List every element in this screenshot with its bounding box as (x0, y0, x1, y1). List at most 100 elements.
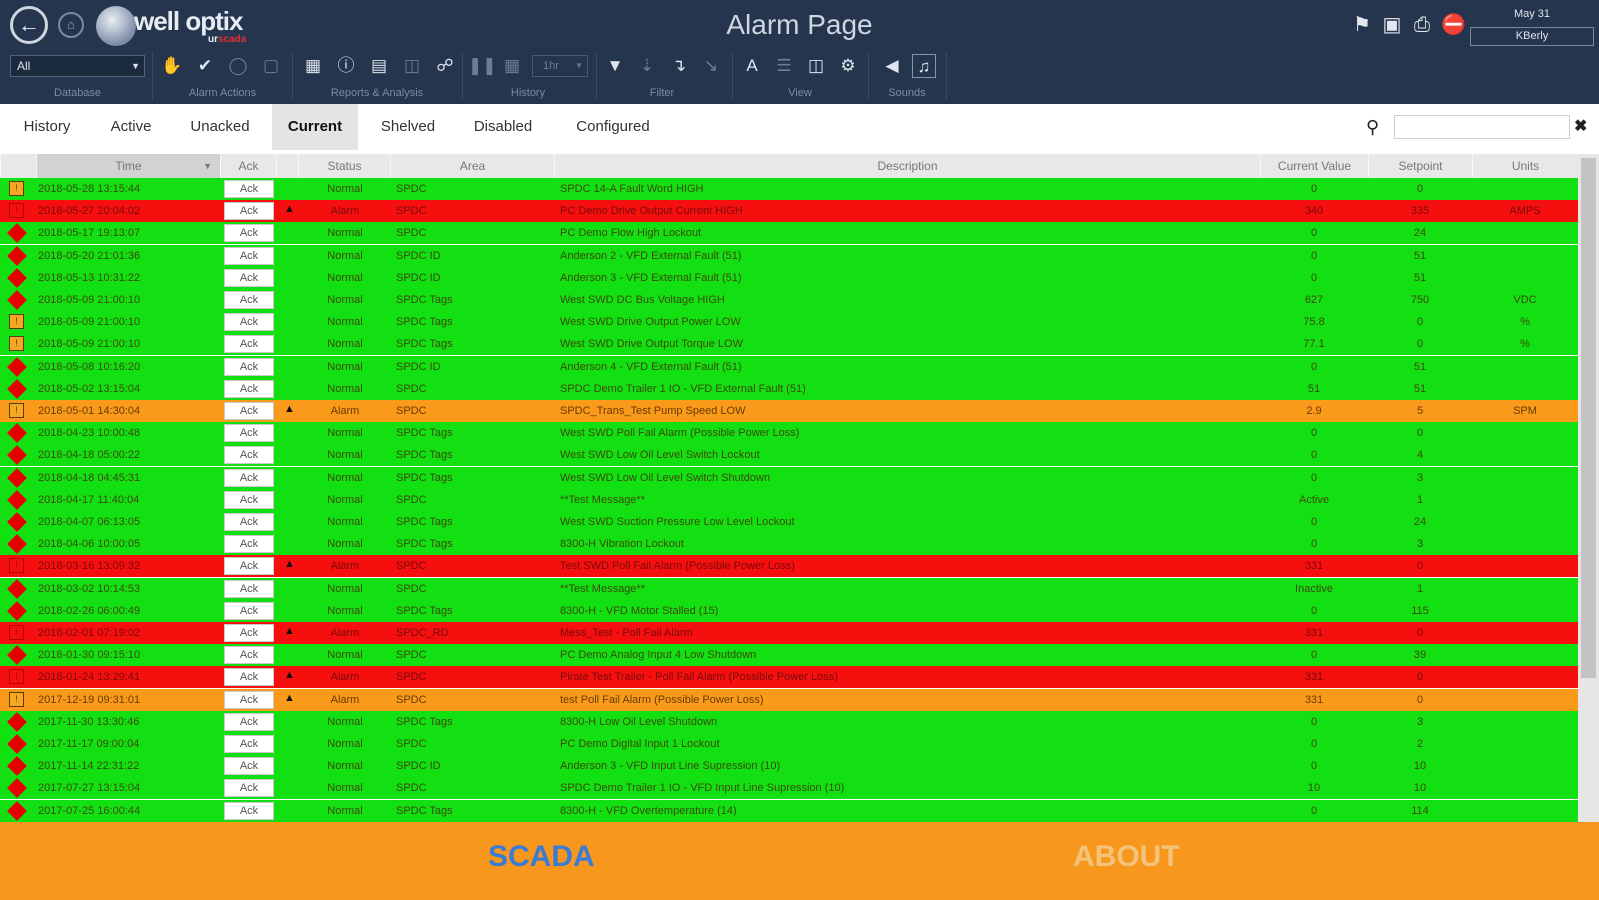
ack-button[interactable]: Ack (224, 646, 274, 664)
chart-icon[interactable]: ▦ (301, 54, 325, 78)
filter-sort-icon[interactable]: ⇣ (635, 54, 659, 78)
ack-button[interactable]: Ack (224, 624, 274, 642)
table-row[interactable]: 2018-04-17 11:40:04 Ack Normal SPDC **Test M… (0, 489, 1578, 511)
table-row[interactable]: 2018-04-07 06:13:05 Ack Normal SPDC Tags Wes… (0, 511, 1578, 533)
ack-button[interactable]: Ack (224, 469, 274, 487)
table-row[interactable]: ! 2018-05-27 20:04:02 Ack ▲ Alarm SPDC PC Demo… (0, 200, 1578, 222)
ack-button[interactable]: Ack (224, 269, 274, 287)
header-units[interactable]: Units (1472, 154, 1578, 178)
ack-button[interactable]: Ack (224, 735, 274, 753)
nav-about[interactable]: ABOUT (1073, 840, 1180, 874)
ack-button[interactable]: Ack (224, 691, 274, 709)
save-icon[interactable]: ▣ (1380, 13, 1404, 37)
tab-configured[interactable]: Configured (562, 104, 664, 150)
tab-unacked[interactable]: Unacked (176, 104, 264, 150)
columns-icon[interactable]: ◫ (804, 54, 828, 78)
header-current-value[interactable]: Current Value (1260, 154, 1368, 178)
table-row[interactable]: ! 2018-05-09 21:00:10 Ack Normal SPDC Tags We… (0, 311, 1578, 333)
ack-button[interactable]: Ack (224, 291, 274, 309)
table-row[interactable]: 2017-07-25 16:00:44 Ack Normal SPDC Tags 830… (0, 800, 1578, 822)
table-row[interactable]: 2018-05-09 21:00:10 Ack Normal SPDC Tags Wes… (0, 289, 1578, 311)
header-ack[interactable]: Ack (220, 154, 276, 178)
document-icon[interactable]: ◫ (400, 54, 424, 78)
ack-button[interactable]: Ack (224, 247, 274, 265)
search-icon[interactable]: ⚲ (1366, 117, 1386, 137)
table-row[interactable]: 2017-11-14 22:31:22 Ack Normal SPDC ID Ander… (0, 755, 1578, 777)
header-status[interactable]: Status (298, 154, 390, 178)
table-row[interactable]: ! 2018-02-01 07:19:02 Ack ▲ Alarm SPDC_RD Mess… (0, 622, 1578, 644)
back-button[interactable]: ← (10, 6, 48, 44)
print-icon[interactable]: ⎙ (1410, 13, 1434, 37)
table-row[interactable]: 2018-05-13 10:31:22 Ack Normal SPDC ID Ander… (0, 267, 1578, 289)
bell-hand-icon[interactable]: ✋ (160, 54, 184, 78)
database-select[interactable]: All ▼ (10, 55, 145, 77)
ack-button[interactable]: Ack (224, 491, 274, 509)
ack-button[interactable]: Ack (224, 402, 274, 420)
tab-current[interactable]: Current (272, 104, 358, 150)
ack-button[interactable]: Ack (224, 202, 274, 220)
gear-icon[interactable]: ⚙ (836, 54, 860, 78)
ack-button[interactable]: Ack (224, 580, 274, 598)
rows-icon[interactable]: ☰ (772, 54, 796, 78)
ack-button[interactable]: Ack (224, 224, 274, 242)
ack-button[interactable]: Ack (224, 513, 274, 531)
ack-button[interactable]: Ack (224, 446, 274, 464)
shelve-icon[interactable]: ◯ (226, 54, 250, 78)
scrollbar-thumb[interactable] (1581, 158, 1596, 678)
home-button[interactable]: ⌂ (58, 12, 84, 38)
mute-icon[interactable]: ⛔ (1441, 13, 1466, 37)
table-row[interactable]: ! 2018-05-09 21:00:10 Ack Normal SPDC Tags We… (0, 333, 1578, 355)
check-icon[interactable]: ✔ (193, 54, 217, 78)
ack-button[interactable]: Ack (224, 358, 274, 376)
ack-button[interactable]: Ack (224, 535, 274, 553)
table-row[interactable]: 2018-02-26 06:00:49 Ack Normal SPDC Tags 830… (0, 600, 1578, 622)
table-row[interactable]: 2018-05-17 19:13:07 Ack Normal SPDC PC Demo … (0, 222, 1578, 244)
calendar-icon[interactable]: ▦ (500, 54, 524, 78)
tag-icon[interactable]: ⚑ (1350, 13, 1374, 37)
ack-button[interactable]: Ack (224, 757, 274, 775)
search-input[interactable] (1394, 115, 1570, 139)
filter-icon[interactable]: ▼ (603, 54, 627, 78)
header-description[interactable]: Description (554, 154, 1260, 178)
filter-column-icon[interactable]: ↴ (667, 54, 691, 78)
volume-icon[interactable]: ♫ (912, 54, 936, 78)
table-row[interactable]: 2018-05-20 21:01:36 Ack Normal SPDC ID Ander… (0, 245, 1578, 267)
table-row[interactable]: ! 2018-03-16 13:09:32 Ack ▲ Alarm SPDC Test SW… (0, 555, 1578, 577)
table-row[interactable]: 2017-11-17 09:00:04 Ack Normal SPDC PC Demo … (0, 733, 1578, 755)
table-row[interactable]: 2017-07-27 13:15:04 Ack Normal SPDC SPDC Dem… (0, 777, 1578, 799)
user-box[interactable]: May 31 KBerly (1470, 6, 1594, 46)
ack-button[interactable]: Ack (224, 424, 274, 442)
ack-button[interactable]: Ack (224, 557, 274, 575)
ack-button[interactable]: Ack (224, 713, 274, 731)
scrollbar[interactable] (1578, 154, 1599, 822)
table-row[interactable]: 2018-01-30 09:15:10 Ack Normal SPDC PC Demo … (0, 644, 1578, 666)
info-icon[interactable]: ⓘ (334, 54, 358, 78)
link-icon[interactable]: ☍ (433, 54, 457, 78)
tab-history[interactable]: History (8, 104, 86, 150)
nav-scada[interactable]: SCADA (488, 840, 595, 874)
ack-button[interactable]: Ack (224, 802, 274, 820)
report-icon[interactable]: ▤ (367, 54, 391, 78)
table-row[interactable]: ! 2018-05-28 13:15:44 Ack Normal SPDC SPDC 14… (0, 178, 1578, 200)
tab-shelved[interactable]: Shelved (368, 104, 448, 150)
ack-button[interactable]: Ack (224, 602, 274, 620)
speaker-icon[interactable]: ◀ (880, 54, 904, 78)
table-row[interactable]: 2018-04-18 05:00:22 Ack Normal SPDC Tags Wes… (0, 444, 1578, 466)
close-icon[interactable]: ✖ (1574, 116, 1587, 136)
header-time[interactable]: Time ▼ (36, 154, 220, 178)
table-row[interactable]: 2018-04-23 10:00:48 Ack Normal SPDC Tags Wes… (0, 422, 1578, 444)
header-setpoint[interactable]: Setpoint (1368, 154, 1472, 178)
table-row[interactable]: ! 2018-01-24 13:29:41 Ack ▲ Alarm SPDC Pirate … (0, 666, 1578, 688)
tab-active[interactable]: Active (96, 104, 166, 150)
ack-button[interactable]: Ack (224, 313, 274, 331)
ack-button[interactable]: Ack (224, 668, 274, 686)
table-row[interactable]: 2018-04-06 10:00:05 Ack Normal SPDC Tags 830… (0, 533, 1578, 555)
header-severity[interactable] (0, 154, 36, 178)
ack-button[interactable]: Ack (224, 335, 274, 353)
table-row[interactable]: 2018-05-08 10:16:20 Ack Normal SPDC ID Ander… (0, 356, 1578, 378)
ack-button[interactable]: Ack (224, 180, 274, 198)
table-row[interactable]: 2018-04-18 04:45:31 Ack Normal SPDC Tags Wes… (0, 467, 1578, 489)
table-row[interactable]: 2018-05-02 13:15:04 Ack Normal SPDC SPDC Dem… (0, 378, 1578, 400)
tab-disabled[interactable]: Disabled (462, 104, 544, 150)
table-row[interactable]: 2017-11-30 13:30:46 Ack Normal SPDC Tags 830… (0, 711, 1578, 733)
